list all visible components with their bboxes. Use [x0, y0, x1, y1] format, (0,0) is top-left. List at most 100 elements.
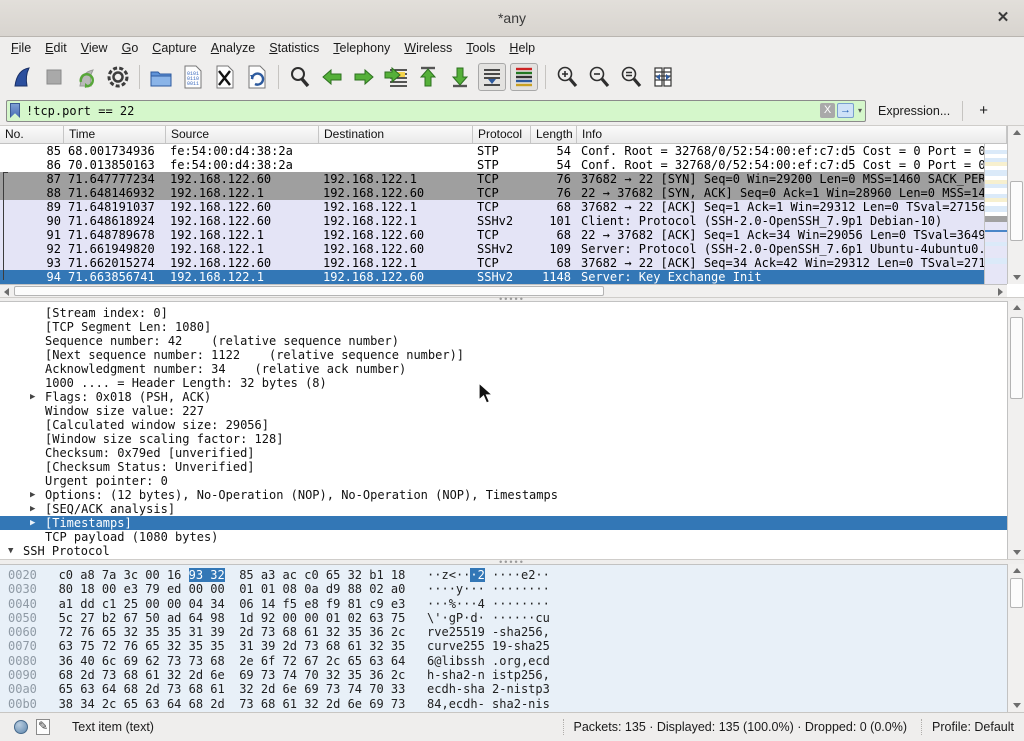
column-header-info[interactable]: Info: [577, 126, 1007, 143]
restart-capture-icon[interactable]: [72, 63, 100, 91]
expression-button[interactable]: Expression...: [878, 104, 950, 118]
filter-dropdown-icon[interactable]: ▾: [858, 106, 862, 115]
column-header-destination[interactable]: Destination: [319, 126, 473, 143]
hex-row[interactable]: 0070 63 75 72 76 65 32 35 35 31 39 2d 73…: [0, 639, 1007, 653]
filter-bookmark-icon[interactable]: [10, 103, 20, 118]
detail-line[interactable]: 1000 .... = Header Length: 32 bytes (8): [0, 376, 1007, 390]
hex-row[interactable]: 00b0 38 34 2c 65 63 64 68 2d 73 68 61 32…: [0, 697, 1007, 711]
packet-row[interactable]: 9371.662015274192.168.122.60192.168.122.…: [0, 256, 984, 270]
detail-line[interactable]: [Next sequence number: 1122 (relative se…: [0, 348, 1007, 362]
display-filter-input[interactable]: !tcp.port == 22 X → ▾: [6, 100, 866, 122]
start-capture-icon[interactable]: [8, 63, 36, 91]
find-packet-icon[interactable]: [286, 63, 314, 91]
column-header-length[interactable]: Length: [531, 126, 577, 143]
menu-go[interactable]: Go: [115, 39, 146, 57]
detail-line[interactable]: Sequence number: 42 (relative sequence n…: [0, 334, 1007, 348]
menu-statistics[interactable]: Statistics: [262, 39, 326, 57]
hex-row[interactable]: 00a0 65 63 64 68 2d 73 68 61 32 2d 6e 69…: [0, 682, 1007, 696]
detail-line[interactable]: ▶Flags: 0x018 (PSH, ACK): [0, 390, 1007, 404]
zoom-out-icon[interactable]: [585, 63, 613, 91]
collapsed-arrow-icon[interactable]: ▶: [30, 488, 35, 502]
detail-line[interactable]: [Checksum Status: Unverified]: [0, 460, 1007, 474]
menu-edit[interactable]: Edit: [38, 39, 74, 57]
close-icon[interactable]: ✕: [994, 9, 1012, 27]
hex-row[interactable]: 0050 5c 27 b2 67 50 ad 64 98 1d 92 00 00…: [0, 611, 1007, 625]
packet-row[interactable]: 8771.647777234192.168.122.60192.168.122.…: [0, 172, 984, 186]
bytes-vscrollbar[interactable]: [1007, 564, 1024, 712]
go-first-icon[interactable]: [414, 63, 442, 91]
hex-row[interactable]: 0040 a1 dd c1 25 00 00 04 34 06 14 f5 e8…: [0, 597, 1007, 611]
menu-file[interactable]: File: [4, 39, 38, 57]
packet-row[interactable]: 9271.661949820192.168.122.1192.168.122.6…: [0, 242, 984, 256]
expanded-arrow-icon[interactable]: ▼: [8, 544, 13, 558]
column-header-protocol[interactable]: Protocol: [473, 126, 531, 143]
collapsed-arrow-icon[interactable]: ▶: [30, 390, 35, 404]
scroll-down-icon[interactable]: [1013, 550, 1021, 555]
menu-help[interactable]: Help: [502, 39, 542, 57]
go-back-icon[interactable]: [318, 63, 346, 91]
resize-columns-icon[interactable]: [649, 63, 677, 91]
scroll-up-icon[interactable]: [1013, 130, 1021, 135]
detail-line[interactable]: ▶Options: (12 bytes), No-Operation (NOP)…: [0, 488, 1007, 502]
filter-value[interactable]: !tcp.port == 22: [26, 104, 820, 118]
detail-line[interactable]: [Window size scaling factor: 128]: [0, 432, 1007, 446]
packet-row[interactable]: 8568.001734936fe:54:00:d4:38:2aSTP54Conf…: [0, 144, 984, 158]
packet-row[interactable]: 9171.648789678192.168.122.1192.168.122.6…: [0, 228, 984, 242]
scrollbar-thumb[interactable]: [1010, 181, 1023, 241]
packet-list-vscrollbar[interactable]: [1007, 126, 1024, 284]
packet-row[interactable]: 8871.648146932192.168.122.1192.168.122.6…: [0, 186, 984, 200]
filter-apply-icon[interactable]: →: [837, 103, 854, 118]
collapsed-arrow-icon[interactable]: ▶: [30, 516, 35, 530]
hex-row[interactable]: 0060 72 76 65 32 35 35 31 39 2d 73 68 61…: [0, 625, 1007, 639]
colorize-icon[interactable]: [510, 63, 538, 91]
go-to-packet-icon[interactable]: [382, 63, 410, 91]
reload-file-icon[interactable]: [243, 63, 271, 91]
intelligent-scrollbar-minimap[interactable]: [984, 144, 1007, 284]
add-filter-button[interactable]: +: [973, 102, 994, 119]
detail-line[interactable]: [Stream index: 0]: [0, 306, 1007, 320]
column-header-source[interactable]: Source: [166, 126, 319, 143]
detail-line[interactable]: Window size value: 227: [0, 404, 1007, 418]
zoom-reset-icon[interactable]: [617, 63, 645, 91]
scroll-right-icon[interactable]: [998, 288, 1003, 296]
go-last-icon[interactable]: [446, 63, 474, 91]
packet-row[interactable]: 8971.648191037192.168.122.60192.168.122.…: [0, 200, 984, 214]
open-file-icon[interactable]: [147, 63, 175, 91]
menu-tools[interactable]: Tools: [459, 39, 502, 57]
menu-wireless[interactable]: Wireless: [397, 39, 459, 57]
scroll-down-icon[interactable]: [1013, 275, 1021, 280]
detail-line[interactable]: [TCP Segment Len: 1080]: [0, 320, 1007, 334]
scrollbar-thumb[interactable]: [1010, 317, 1023, 399]
detail-line[interactable]: ▶[SEQ/ACK analysis]: [0, 502, 1007, 516]
detail-line[interactable]: ▼SSH Protocol: [0, 544, 1007, 558]
hex-row[interactable]: 0080 36 40 6c 69 62 73 73 68 2e 6f 72 67…: [0, 654, 1007, 668]
save-file-icon[interactable]: 010101100011: [179, 63, 207, 91]
menu-telephony[interactable]: Telephony: [326, 39, 397, 57]
menu-view[interactable]: View: [74, 39, 115, 57]
filter-clear-icon[interactable]: X: [820, 103, 835, 118]
expert-info-icon[interactable]: [14, 720, 28, 734]
stop-capture-icon[interactable]: [40, 63, 68, 91]
hex-row[interactable]: 0090 68 2d 73 68 61 32 2d 6e 69 73 74 70…: [0, 668, 1007, 682]
menu-analyze[interactable]: Analyze: [204, 39, 262, 57]
close-file-icon[interactable]: [211, 63, 239, 91]
auto-scroll-icon[interactable]: [478, 63, 506, 91]
zoom-in-icon[interactable]: [553, 63, 581, 91]
column-header-no[interactable]: No.: [0, 126, 64, 143]
capture-comment-icon[interactable]: [36, 719, 50, 735]
packet-row[interactable]: 8670.013850163fe:54:00:d4:38:2aSTP54Conf…: [0, 158, 984, 172]
collapsed-arrow-icon[interactable]: ▶: [30, 502, 35, 516]
detail-line[interactable]: Urgent pointer: 0: [0, 474, 1007, 488]
detail-line[interactable]: [Calculated window size: 29056]: [0, 418, 1007, 432]
go-forward-icon[interactable]: [350, 63, 378, 91]
detail-line[interactable]: Acknowledgment number: 34 (relative ack …: [0, 362, 1007, 376]
details-vscrollbar[interactable]: [1007, 301, 1024, 559]
scroll-up-icon[interactable]: [1013, 305, 1021, 310]
scroll-down-icon[interactable]: [1013, 703, 1021, 708]
capture-options-icon[interactable]: [104, 63, 132, 91]
packet-list-header[interactable]: No.TimeSourceDestinationProtocolLengthIn…: [0, 126, 1007, 144]
detail-line[interactable]: Checksum: 0x79ed [unverified]: [0, 446, 1007, 460]
scrollbar-thumb[interactable]: [1010, 578, 1023, 608]
menu-capture[interactable]: Capture: [145, 39, 203, 57]
detail-line[interactable]: TCP payload (1080 bytes): [0, 530, 1007, 544]
